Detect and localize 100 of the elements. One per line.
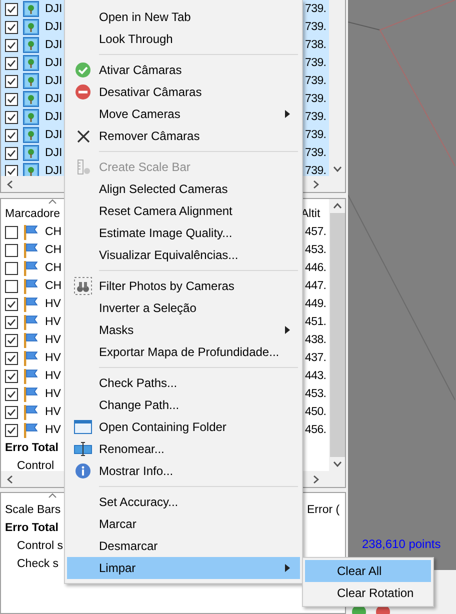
menu-item[interactable]: Visualizar Equivalências...: [67, 244, 300, 266]
scroll-thumb[interactable]: [330, 213, 344, 457]
flag-icon: [23, 332, 39, 348]
checkbox[interactable]: [5, 20, 18, 34]
menu-item[interactable]: Look Through: [67, 28, 300, 50]
window-icon: [74, 420, 92, 434]
scroll-right-icon[interactable]: [313, 474, 319, 484]
menu-item[interactable]: Move Cameras: [67, 103, 300, 125]
checkbox[interactable]: [5, 334, 18, 346]
menu-item[interactable]: Open Containing Folder: [67, 416, 300, 438]
checkbox[interactable]: [5, 164, 18, 176]
scrollbar[interactable]: [329, 199, 345, 471]
checkbox[interactable]: [5, 316, 18, 328]
menu-item[interactable]: Ativar Câmaras: [67, 59, 300, 81]
menu-item[interactable]: Remover Câmaras: [67, 125, 300, 147]
checkbox[interactable]: [5, 244, 18, 256]
menu-item[interactable]: Exportar Mapa de Profundidade...: [67, 341, 300, 363]
table-cell: 443.: [305, 370, 327, 382]
checkbox[interactable]: [5, 424, 18, 436]
summary-label: Control s: [17, 540, 64, 552]
flag-icon: [23, 422, 39, 438]
checkbox[interactable]: [5, 56, 18, 70]
table-cell: 456.: [305, 424, 327, 436]
checkbox[interactable]: [5, 406, 18, 418]
menu-item[interactable]: Check Paths...: [67, 372, 300, 394]
menu-item[interactable]: Reset Camera Alignment: [67, 200, 300, 222]
image-icon: [23, 163, 39, 176]
table-cell: 437.: [305, 352, 327, 364]
menu-item[interactable]: Masks: [67, 319, 300, 341]
menu-item[interactable]: Filter Photos by Cameras: [67, 275, 300, 297]
table-cell: 451.: [305, 316, 327, 328]
menu-item[interactable]: Clear Rotation: [305, 582, 431, 604]
checkbox[interactable]: [5, 146, 18, 160]
menu-item[interactable]: Open in New Tab: [67, 6, 300, 28]
marker-label: HV: [45, 424, 61, 436]
checkbox[interactable]: [5, 128, 18, 142]
checkbox[interactable]: [5, 388, 18, 400]
scroll-left-icon[interactable]: [7, 474, 13, 484]
submenu-arrow-icon: [285, 564, 290, 572]
menu-item[interactable]: Estimate Image Quality...: [67, 222, 300, 244]
summary-label: Erro Total: [5, 522, 58, 534]
scroll-up-icon[interactable]: [332, 203, 342, 209]
menu-item[interactable]: Mostrar Info...: [67, 460, 300, 482]
checkbox[interactable]: [5, 110, 18, 124]
checkbox[interactable]: [5, 280, 18, 292]
checkbox[interactable]: [5, 74, 18, 88]
marker-label: CH: [45, 262, 61, 274]
menu-item[interactable]: Marcar: [67, 513, 300, 535]
checkbox[interactable]: [5, 226, 18, 238]
flag-icon: [23, 368, 39, 384]
table-cell: 739.: [305, 75, 327, 87]
table-cell: 450.: [305, 406, 327, 418]
flag-icon: [23, 296, 39, 312]
checkbox[interactable]: [5, 298, 18, 310]
menu-item[interactable]: Desmarcar: [67, 535, 300, 557]
table-cell: 739.: [305, 57, 327, 69]
checkbox[interactable]: [5, 2, 18, 16]
menu-item[interactable]: Inverter a Seleção: [67, 297, 300, 319]
summary-label: Erro Total: [5, 442, 58, 454]
camera-label: DJI: [45, 165, 61, 176]
image-icon: [23, 109, 39, 125]
checkbox[interactable]: [5, 352, 18, 364]
menu-item[interactable]: Desativar Câmaras: [67, 81, 300, 103]
scroll-right-icon[interactable]: [313, 180, 319, 188]
scroll-down-icon[interactable]: [332, 166, 342, 172]
binoculars-icon: [74, 277, 92, 295]
image-icon: [23, 145, 39, 161]
point-count: 238,610 points: [362, 537, 441, 551]
table-cell: 453.: [305, 244, 327, 256]
marker-label: HV: [45, 352, 61, 364]
marker-label: HV: [45, 406, 61, 418]
info-icon: [75, 463, 91, 479]
menu-item[interactable]: Set Accuracy...: [67, 491, 300, 513]
menu-item[interactable]: Renomear...: [67, 438, 300, 460]
camera-label: DJI: [45, 111, 61, 123]
marker-label: HV: [45, 370, 61, 382]
menu-item[interactable]: Change Path...: [67, 394, 300, 416]
scroll-down-icon[interactable]: [332, 461, 342, 467]
table-cell: 739.: [305, 111, 327, 123]
column-header[interactable]: Marcadore: [5, 208, 60, 220]
marker-label: CH: [45, 244, 61, 256]
flag-icon: [23, 224, 39, 240]
column-header[interactable]: Scale Bars: [5, 504, 61, 516]
scrollbar[interactable]: [329, 0, 345, 176]
scroll-left-icon[interactable]: [7, 180, 13, 188]
flag-icon: [23, 404, 39, 420]
menu-item[interactable]: Clear All: [305, 560, 431, 582]
minus-icon: [75, 84, 91, 100]
submenu-arrow-icon: [285, 110, 290, 118]
marker-label: CH: [45, 226, 61, 238]
checkbox[interactable]: [5, 38, 18, 52]
ruler-icon: [75, 159, 91, 175]
menu-item[interactable]: Align Selected Cameras: [67, 178, 300, 200]
checkbox[interactable]: [5, 370, 18, 382]
checkbox[interactable]: [5, 92, 18, 106]
checkbox[interactable]: [5, 262, 18, 274]
column-header[interactable]: Error (: [307, 504, 343, 516]
menu-item[interactable]: Limpar: [67, 557, 300, 579]
image-icon: [23, 127, 39, 143]
marker-label: CH: [45, 280, 61, 292]
